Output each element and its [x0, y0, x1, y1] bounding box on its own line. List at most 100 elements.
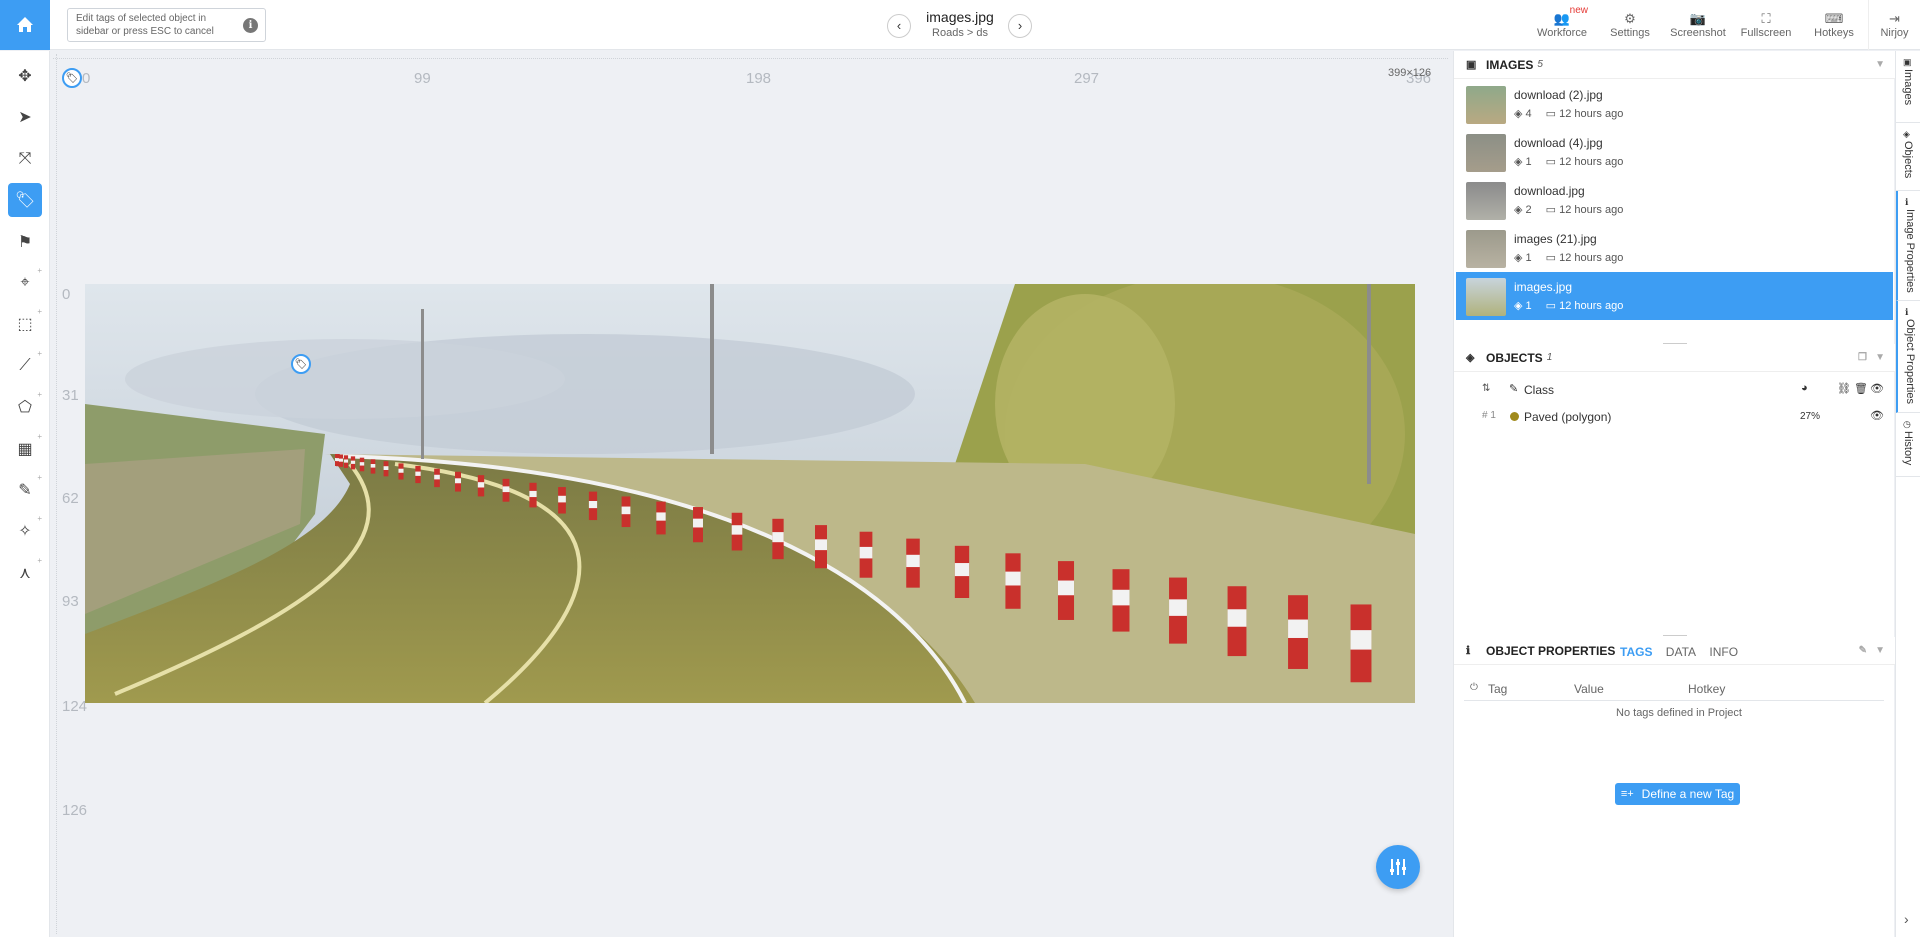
user-name: Nirjoy [1880, 27, 1909, 39]
polygon-tool[interactable]: ⬠ + [8, 390, 42, 424]
filter-icon[interactable]: ▼ [1875, 59, 1885, 70]
link-icon[interactable]: ⛓ [1837, 382, 1851, 395]
screenshot-label: Screenshot [1670, 27, 1726, 39]
road-image[interactable] [85, 284, 1415, 703]
magic-wand-tool[interactable]: ✧ + [8, 514, 42, 548]
polyline-icon: ⟋ [19, 357, 31, 374]
no-tags-message: No tags defined in Project [1616, 707, 1742, 719]
image-name: download (2).jpg [1514, 88, 1603, 102]
graph-tool[interactable]: ⋏ + [8, 556, 42, 590]
settings-button[interactable]: ⚙ Settings [1596, 0, 1664, 50]
layers-icon: ◈ [1514, 252, 1526, 264]
side-tab-objects[interactable]: ◈ Objects [1896, 123, 1920, 191]
home-icon [17, 17, 33, 32]
left-tick-2: 62 [62, 490, 79, 507]
calendar-icon: ▭ [1545, 108, 1560, 120]
objects-panel-header[interactable]: ◈ OBJECTS 1 ❐ ▼ [1454, 344, 1895, 372]
object-index: # 1 [1482, 410, 1496, 421]
image-list-item[interactable]: download (4).jpg ◈ 1 ▭ 12 hours ago [1456, 128, 1893, 176]
left-tick-1: 31 [62, 387, 79, 404]
pan-icon: ✥ [18, 68, 32, 85]
image-list-item[interactable]: download.jpg ◈ 2 ▭ 12 hours ago [1456, 176, 1893, 224]
image-list-item[interactable]: images.jpg ◈ 1 ▭ 12 hours ago [1456, 272, 1893, 320]
annotation-canvas[interactable]: 0 99 198 297 396 399×126 0 31 62 93 124 … [50, 51, 1452, 937]
plus-icon: + [37, 473, 42, 482]
canvas-settings-button[interactable] [1376, 845, 1420, 889]
pan-tool[interactable]: ✥ [8, 59, 42, 93]
polyline-tool[interactable]: ⟋ + [8, 349, 42, 383]
flag-icon: ⚑ [17, 234, 33, 251]
grid-tool[interactable]: ▦ + [8, 432, 42, 466]
users-icon: 👥 [1553, 11, 1571, 26]
palette-icon[interactable]: ◕ [1801, 382, 1808, 394]
top-actions: new 👥 Workforce ⚙ Settings 📷 Screenshot … [1528, 0, 1920, 50]
brush-tool[interactable]: ✎ + [8, 473, 42, 507]
edit-icon[interactable]: ✎ [1859, 645, 1867, 656]
eye-icon[interactable]: 👁 [1870, 382, 1884, 395]
trash-icon[interactable]: 🗑 [1854, 382, 1868, 395]
user-menu-button[interactable]: ⇥ Nirjoy [1868, 0, 1920, 50]
image-name: images.jpg [1514, 280, 1573, 294]
cursor-coordinates: 399×126 [1388, 67, 1432, 79]
image-title: images.jpg [926, 9, 994, 25]
image-thumbnail [1466, 86, 1506, 124]
left-ruler [53, 54, 57, 934]
filter-icon[interactable]: ▼ [1875, 645, 1885, 656]
image-list-item[interactable]: images (21).jpg ◈ 1 ▭ 12 hours ago [1456, 224, 1893, 272]
flag-tool[interactable]: ⚑ [8, 225, 42, 259]
filter-icon[interactable]: ▼ [1875, 352, 1885, 363]
plus-icon: + [37, 514, 42, 523]
layers-icon: ◈ [1514, 108, 1526, 120]
define-new-tag-button[interactable]: ≡+ Define a new Tag [1615, 783, 1740, 805]
next-image-button[interactable]: › [1008, 14, 1032, 38]
history-icon: ◷ [1903, 419, 1911, 429]
breadcrumb[interactable]: Roads > ds [900, 27, 1020, 39]
home-button[interactable] [0, 0, 50, 50]
calendar-icon: ▭ [1545, 252, 1560, 264]
left-tick-0: 0 [62, 286, 71, 303]
top-bar: Edit tags of selected object in sidebar … [0, 0, 1920, 50]
bbox-icon: ⬚ [17, 316, 33, 333]
select-tool[interactable]: ➤ [8, 100, 42, 134]
side-tab-object-properties[interactable]: ℹ Object Properties [1896, 301, 1920, 413]
image-list-item[interactable]: download (2).jpg ◈ 4 ▭ 12 hours ago [1456, 80, 1893, 128]
object-count: 4 [1525, 108, 1532, 120]
object-count: 1 [1525, 300, 1532, 312]
collapse-sidebar-icon[interactable]: › [1904, 911, 1909, 927]
left-tick-5: 126 [62, 802, 88, 819]
object-row[interactable]: # 1 Paved (polygon) 27% 👁 [1454, 404, 1895, 430]
side-tab-history[interactable]: ◷ History [1896, 413, 1920, 477]
edit-tags-hint: Edit tags of selected object in sidebar … [67, 8, 266, 42]
bbox-tool[interactable]: ⬚ + [8, 307, 42, 341]
layers-icon: ◈ [1514, 204, 1526, 216]
fullscreen-label: Fullscreen [1740, 27, 1792, 39]
image-thumbnail [1466, 278, 1506, 316]
plus-icon: + [37, 390, 42, 399]
image-timestamp: 12 hours ago [1559, 108, 1624, 120]
images-count: 5 [1537, 59, 1543, 70]
image-name: images (21).jpg [1514, 232, 1597, 246]
copy-icon[interactable]: ❐ [1858, 352, 1867, 363]
tag-icon: 🏷 [14, 192, 36, 209]
move-tool[interactable]: ⤧ [8, 142, 42, 176]
objects-count: 1 [1546, 352, 1553, 363]
eye-icon[interactable]: 👁 [1870, 409, 1884, 422]
images-panel-header[interactable]: ▣ IMAGES 5 ▼ [1454, 51, 1895, 79]
class-column-header[interactable]: Class [1524, 383, 1554, 397]
tab-tags[interactable]: TAGS [1620, 645, 1652, 659]
tab-data[interactable]: DATA [1666, 645, 1696, 659]
side-tab-image-properties[interactable]: ℹ Image Properties [1896, 191, 1920, 301]
screenshot-button[interactable]: 📷 Screenshot [1664, 0, 1732, 50]
tab-info[interactable]: INFO [1709, 645, 1738, 659]
object-count: 1 [1525, 252, 1532, 264]
info-icon[interactable]: i [243, 18, 258, 33]
object-tag-marker[interactable]: 🏷 [291, 354, 311, 374]
hotkeys-button[interactable]: ⌨ Hotkeys [1800, 0, 1868, 50]
side-tab-images[interactable]: ▣ Images [1896, 51, 1920, 123]
fullscreen-button[interactable]: ⛶ Fullscreen [1732, 0, 1800, 50]
workforce-button[interactable]: new 👥 Workforce [1528, 0, 1596, 50]
tag-tool[interactable]: 🏷 [8, 183, 42, 217]
sort-icon[interactable]: ⇅ [1482, 383, 1490, 394]
image-name: download.jpg [1514, 184, 1585, 198]
point-tool[interactable]: ⌖ + [8, 266, 42, 300]
